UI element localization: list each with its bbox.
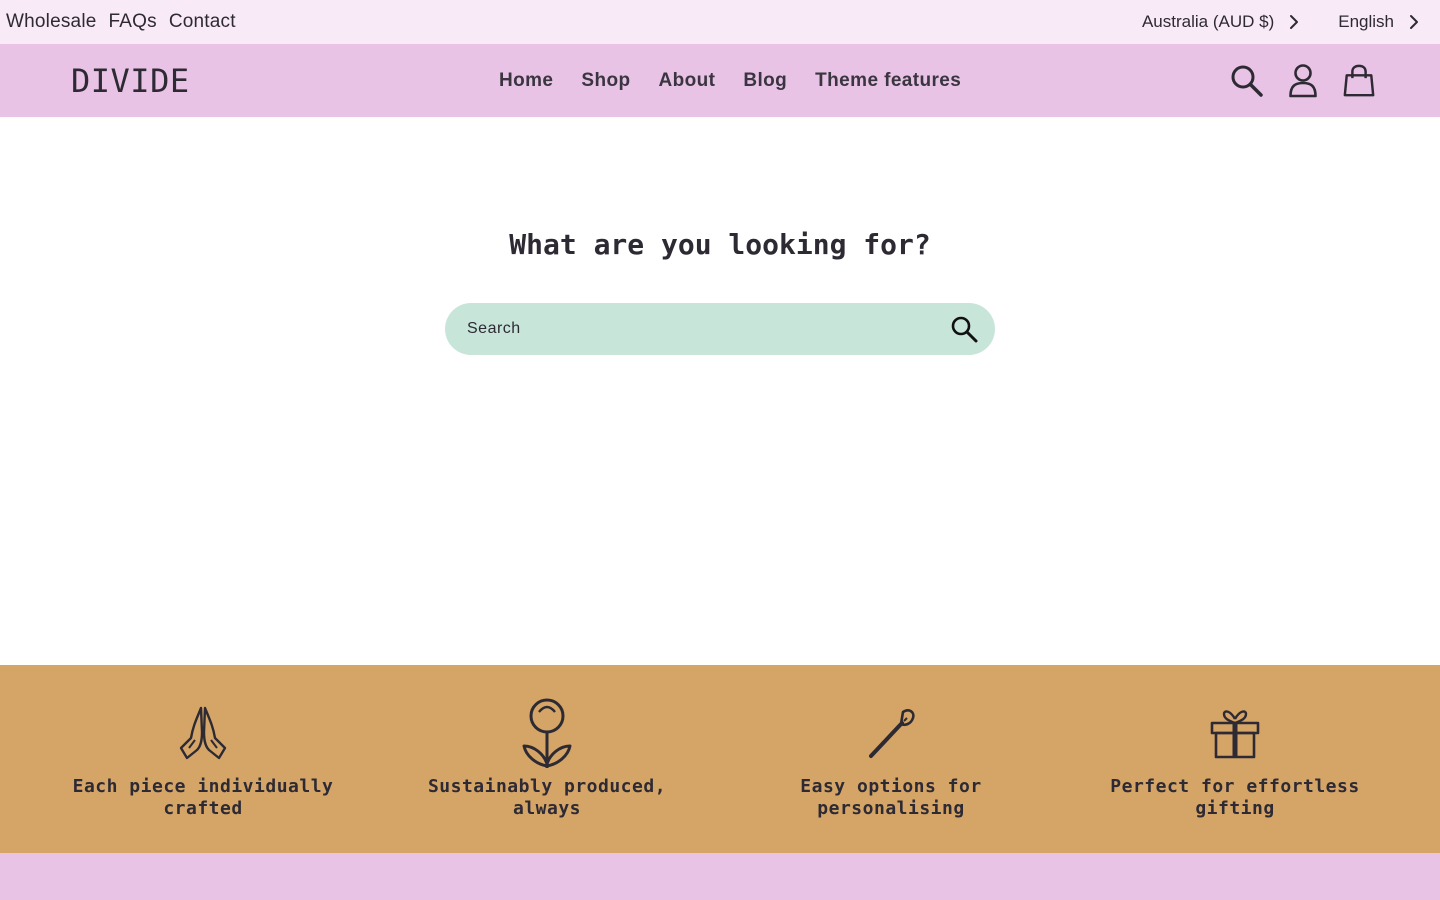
feature-text: Perfect for effortless gifting bbox=[1110, 776, 1360, 819]
feature-item: Sustainably produced, always bbox=[375, 665, 719, 853]
wholesale-link[interactable]: Wholesale bbox=[6, 11, 97, 33]
feature-item: Perfect for effortless gifting bbox=[1063, 665, 1407, 853]
feature-text: Each piece individually crafted bbox=[72, 776, 334, 819]
nav-shop[interactable]: Shop bbox=[581, 70, 630, 92]
site-logo[interactable]: DIVIDE bbox=[71, 62, 190, 100]
search-form bbox=[445, 303, 995, 355]
search-icon bbox=[951, 316, 978, 343]
search-icon[interactable] bbox=[1230, 63, 1264, 99]
nav-about[interactable]: About bbox=[658, 70, 715, 92]
paintbrush-icon bbox=[863, 698, 919, 770]
gift-icon bbox=[1208, 698, 1262, 770]
cart-icon[interactable] bbox=[1342, 63, 1376, 99]
country-label: Australia (AUD $) bbox=[1141, 12, 1275, 31]
footer-band bbox=[0, 853, 1440, 900]
flower-icon bbox=[520, 698, 574, 770]
nav-theme-features[interactable]: Theme features bbox=[815, 70, 961, 92]
localization-selectors: Australia (AUD $) English bbox=[1142, 0, 1440, 44]
praying-hands-icon bbox=[175, 698, 231, 770]
language-selector[interactable]: English bbox=[1338, 12, 1422, 32]
nav-blog[interactable]: Blog bbox=[743, 70, 787, 92]
utility-links: Wholesale FAQs Contact bbox=[6, 0, 236, 44]
search-input[interactable] bbox=[467, 303, 937, 355]
account-icon[interactable] bbox=[1286, 63, 1320, 99]
search-submit-button[interactable] bbox=[949, 314, 979, 344]
feature-item: Easy options for personalising bbox=[719, 665, 1063, 853]
language-label: English bbox=[1338, 12, 1394, 31]
features-strip: Each piece individually crafted Sustaina… bbox=[0, 665, 1440, 853]
site-header: DIVIDE Home Shop About Blog Theme featur… bbox=[0, 44, 1440, 117]
main-nav: Home Shop About Blog Theme features bbox=[499, 44, 961, 117]
utility-bar: Wholesale FAQs Contact Australia (AUD $)… bbox=[0, 0, 1440, 44]
contact-link[interactable]: Contact bbox=[169, 11, 236, 33]
faqs-link[interactable]: FAQs bbox=[109, 11, 157, 33]
chevron-right-icon bbox=[1406, 14, 1422, 30]
feature-item: Each piece individually crafted bbox=[31, 665, 375, 853]
feature-text: Easy options for personalising bbox=[800, 776, 982, 819]
country-selector[interactable]: Australia (AUD $) bbox=[1142, 12, 1302, 32]
header-icons bbox=[1230, 44, 1376, 117]
search-page-title: What are you looking for? bbox=[509, 228, 931, 261]
chevron-right-icon bbox=[1286, 14, 1302, 30]
feature-text: Sustainably produced, always bbox=[427, 776, 667, 819]
nav-home[interactable]: Home bbox=[499, 70, 553, 92]
